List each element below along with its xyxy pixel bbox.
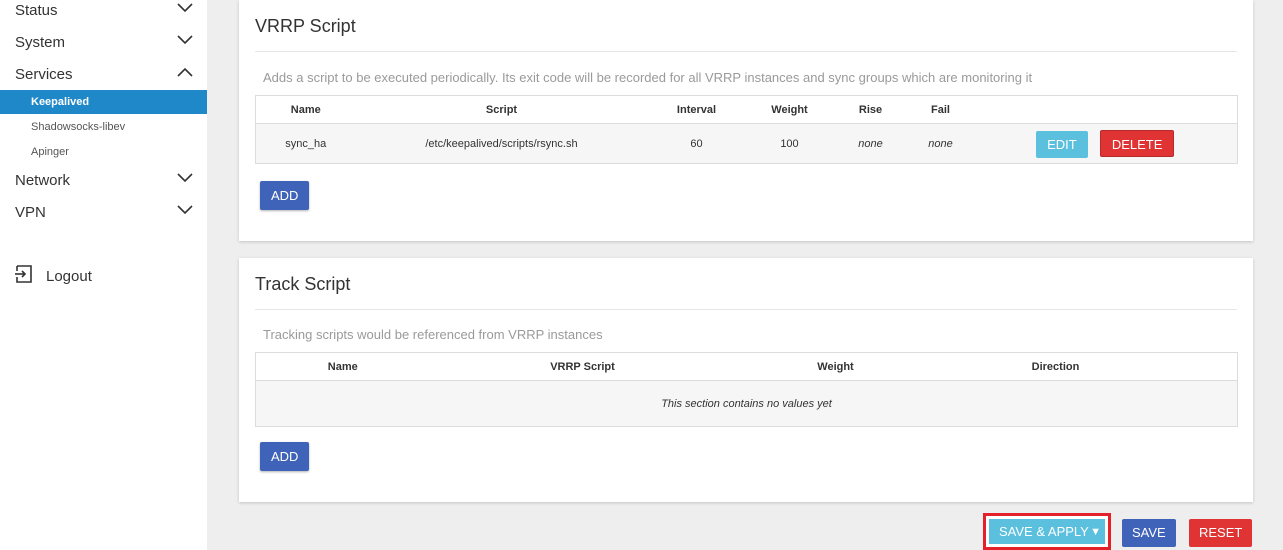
- track-script-table: Name VRRP Script Weight Direction This s…: [255, 352, 1238, 427]
- submenu-shadowsocks-libev[interactable]: Shadowsocks-libev: [0, 115, 207, 139]
- col-interval: Interval: [647, 95, 746, 124]
- logout-label: Logout: [46, 267, 92, 285]
- menu-network[interactable]: Network: [0, 164, 207, 196]
- cell-rise: none: [833, 123, 908, 164]
- cell-interval: 60: [647, 123, 746, 164]
- col-weight: Weight: [735, 352, 936, 381]
- submenu-apinger[interactable]: Apinger: [0, 140, 207, 164]
- dropdown-caret-icon[interactable]: ▼: [1090, 519, 1101, 544]
- divider: [255, 309, 1237, 310]
- col-actions: [1175, 352, 1238, 381]
- col-weight: Weight: [745, 95, 834, 124]
- menu-status[interactable]: Status: [0, 0, 207, 26]
- logout-link[interactable]: Logout: [14, 263, 92, 289]
- chevron-up-icon: [177, 67, 193, 81]
- save-apply-highlight: SAVE & APPLY ▼: [983, 513, 1111, 550]
- col-name: Name: [255, 352, 430, 381]
- track-script-description: Tracking scripts would be referenced fro…: [263, 327, 603, 342]
- cell-weight: 100: [745, 123, 834, 164]
- edit-button[interactable]: EDIT: [1036, 130, 1088, 158]
- table-row: sync_ha /etc/keepalived/scripts/rsync.sh…: [255, 123, 1238, 164]
- table-header-row: Name VRRP Script Weight Direction: [255, 352, 1238, 381]
- sidebar: Status System Services Keepalived Shadow…: [0, 0, 207, 550]
- chevron-down-icon: [177, 35, 193, 49]
- menu-vpn[interactable]: VPN: [0, 196, 207, 228]
- col-rise: Rise: [833, 95, 908, 124]
- delete-button[interactable]: DELETE: [1099, 129, 1175, 157]
- menu-system-label: System: [15, 33, 66, 51]
- track-add-button[interactable]: ADD: [260, 442, 310, 471]
- vrrp-add-button[interactable]: ADD: [260, 181, 310, 210]
- vrrp-script-table: Name Script Interval Weight Rise Fail sy…: [255, 95, 1238, 164]
- submenu-keepalived[interactable]: Keepalived: [0, 90, 207, 114]
- col-script: Script: [355, 95, 648, 124]
- divider: [255, 51, 1237, 52]
- empty-section-text: This section contains no values yet: [255, 380, 1238, 427]
- col-vrrp-script: VRRP Script: [429, 352, 736, 381]
- col-direction: Direction: [935, 352, 1176, 381]
- col-actions: [973, 95, 1238, 124]
- chevron-down-icon: [177, 3, 193, 17]
- menu-services[interactable]: Services: [0, 58, 207, 90]
- menu-status-label: Status: [15, 1, 58, 19]
- col-name: Name: [255, 95, 356, 124]
- track-script-title: Track Script: [255, 274, 351, 294]
- table-header-row: Name Script Interval Weight Rise Fail: [255, 95, 1238, 124]
- table-row: This section contains no values yet: [255, 380, 1238, 427]
- logout-icon: [14, 264, 34, 288]
- chevron-down-icon: [177, 205, 193, 219]
- menu-system[interactable]: System: [0, 26, 207, 58]
- save-apply-button[interactable]: SAVE & APPLY ▼: [989, 519, 1105, 544]
- track-script-section: Track Script Tracking scripts would be r…: [239, 258, 1253, 502]
- save-button[interactable]: SAVE: [1122, 519, 1176, 547]
- menu-services-label: Services: [15, 65, 73, 83]
- vrrp-script-section: VRRP Script Adds a script to be executed…: [239, 0, 1253, 241]
- menu-vpn-label: VPN: [15, 203, 46, 221]
- save-apply-label: SAVE & APPLY: [999, 524, 1089, 539]
- cell-script: /etc/keepalived/scripts/rsync.sh: [355, 123, 648, 164]
- col-fail: Fail: [907, 95, 974, 124]
- menu-network-label: Network: [15, 171, 71, 189]
- reset-button[interactable]: RESET: [1189, 519, 1253, 547]
- cell-actions: EDIT DELETE: [973, 123, 1238, 164]
- cell-fail: none: [907, 123, 974, 164]
- chevron-down-icon: [177, 173, 193, 187]
- vrrp-script-title: VRRP Script: [255, 16, 356, 36]
- vrrp-script-description: Adds a script to be executed periodicall…: [263, 70, 1033, 85]
- cell-name: sync_ha: [255, 123, 356, 164]
